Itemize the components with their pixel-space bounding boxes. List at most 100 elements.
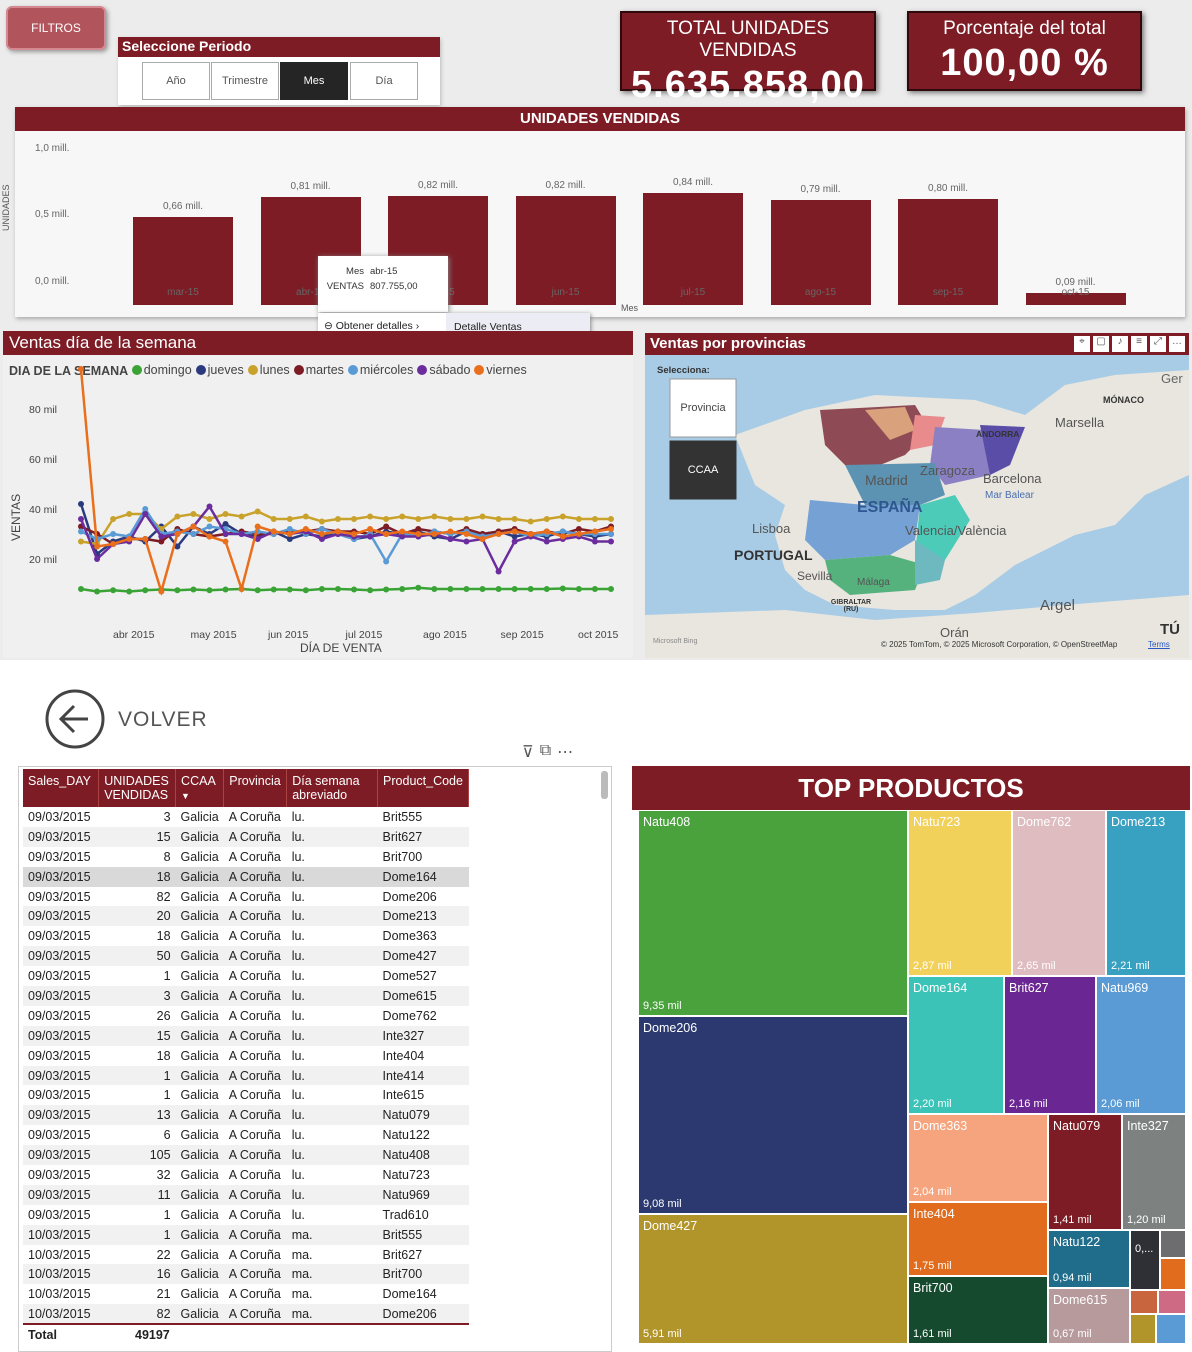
data-point-domingo[interactable]	[527, 586, 534, 592]
data-point-lunes[interactable]	[383, 516, 390, 522]
data-point-domingo[interactable]	[142, 587, 149, 594]
treemap-tile-Dome164[interactable]: Dome164 2,20 mil	[908, 976, 1004, 1114]
data-point-viernes[interactable]	[78, 366, 84, 372]
data-point-domingo[interactable]	[206, 587, 213, 594]
data-point-lunes[interactable]	[238, 513, 245, 520]
copy-icon[interactable]: ▢	[1093, 336, 1109, 352]
period-option-quarter[interactable]: Trimestre	[211, 62, 279, 100]
table-row[interactable]: 10/03/2015 1 Galicia A Coruña ma. Brit555	[23, 1224, 469, 1245]
data-point-domingo[interactable]	[383, 586, 390, 593]
data-point-lunes[interactable]	[367, 513, 374, 520]
table-row[interactable]: 09/03/2015 105 Galicia A Coruña lu. Natu408	[23, 1145, 469, 1166]
data-point-lunes[interactable]	[608, 516, 614, 522]
data-point-viernes[interactable]	[238, 586, 245, 592]
data-point-domingo[interactable]	[415, 584, 422, 591]
data-point-lunes[interactable]	[399, 513, 406, 520]
data-point-lunes[interactable]	[511, 516, 518, 522]
table-row[interactable]: 09/03/2015 50 Galicia A Coruña lu. Dome427	[23, 946, 469, 967]
data-point-domingo[interactable]	[351, 586, 358, 593]
data-point-lunes[interactable]	[351, 516, 358, 522]
data-point-viernes[interactable]	[415, 531, 422, 537]
treemap-tile-Dome363[interactable]: Dome363 2,04 mil	[908, 1114, 1048, 1202]
table-row[interactable]: 09/03/2015 1 Galicia A Coruña lu. Inte615	[23, 1085, 469, 1105]
data-point-domingo[interactable]	[270, 586, 277, 593]
table-row[interactable]: 09/03/2015 18 Galicia A Coruña lu. Inte404	[23, 1046, 469, 1066]
data-point-lunes[interactable]	[495, 516, 502, 522]
filter-icon[interactable]: ≡	[1131, 336, 1147, 352]
data-point-viernes[interactable]	[399, 528, 406, 535]
treemap-tile-Dome206[interactable]: Dome206 9,08 mil	[638, 1016, 908, 1214]
data-point-lunes[interactable]	[463, 516, 470, 522]
data-point-sábado[interactable]	[222, 531, 229, 537]
table-row[interactable]: 10/03/2015 21 Galicia A Coruña ma. Dome164	[23, 1284, 469, 1304]
data-point-viernes[interactable]	[126, 536, 133, 542]
focus-mode-icon[interactable]: ⤢	[1150, 336, 1166, 352]
data-point-lunes[interactable]	[286, 516, 293, 522]
data-point-lunes[interactable]	[126, 511, 133, 517]
treemap-tile-Dome213[interactable]: Dome213 2,21 mil	[1106, 810, 1186, 976]
table-row[interactable]: 09/03/2015 26 Galicia A Coruña lu. Dome762	[23, 1006, 469, 1026]
treemap-tile[interactable]: 0,...	[1130, 1230, 1160, 1290]
data-point-lunes[interactable]	[575, 516, 582, 522]
data-point-viernes[interactable]	[270, 528, 277, 535]
table-row[interactable]: 09/03/2015 1 Galicia A Coruña lu. Dome527	[23, 966, 469, 986]
data-point-domingo[interactable]	[334, 586, 341, 592]
data-point-domingo[interactable]	[511, 586, 518, 592]
data-point-domingo[interactable]	[495, 586, 502, 592]
data-point-sábado[interactable]	[511, 538, 518, 545]
data-point-lunes[interactable]	[527, 518, 534, 525]
data-point-viernes[interactable]	[559, 533, 566, 540]
data-point-domingo[interactable]	[174, 587, 181, 594]
data-point-sábado[interactable]	[142, 511, 149, 517]
data-point-lunes[interactable]	[543, 516, 550, 522]
back-arrow-icon[interactable]	[44, 688, 106, 750]
table-row[interactable]: 09/03/2015 15 Galicia A Coruña lu. Brit627	[23, 826, 469, 847]
data-point-sábado[interactable]	[94, 556, 101, 562]
data-point-viernes[interactable]	[302, 526, 309, 532]
table-row[interactable]: 09/03/2015 20 Galicia A Coruña lu. Dome213	[23, 906, 469, 927]
table-row[interactable]: 09/03/2015 3 Galicia A Coruña lu. Dome615	[23, 986, 469, 1006]
table-row[interactable]: 09/03/2015 82 Galicia A Coruña lu. Dome206	[23, 887, 469, 907]
data-point-lunes[interactable]	[254, 508, 261, 515]
data-point-viernes[interactable]	[110, 541, 117, 547]
data-point-domingo[interactable]	[479, 586, 486, 592]
data-point-domingo[interactable]	[367, 587, 374, 594]
treemap-tile-small[interactable]	[1130, 1290, 1158, 1314]
treemap-tile-small[interactable]	[1160, 1230, 1186, 1258]
treemap-tile-Dome427[interactable]: Dome427 5,91 mil	[638, 1214, 908, 1344]
back-button-label[interactable]: VOLVER	[118, 708, 208, 732]
data-point-viernes[interactable]	[479, 536, 486, 542]
data-point-lunes[interactable]	[78, 538, 84, 545]
data-point-sábado[interactable]	[206, 503, 213, 510]
data-point-sábado[interactable]	[495, 568, 502, 575]
data-point-viernes[interactable]	[158, 588, 165, 595]
treemap-tile-Natu079[interactable]: Natu079 1,41 mil	[1048, 1114, 1122, 1230]
data-point-domingo[interactable]	[286, 586, 293, 593]
data-point-viernes[interactable]	[527, 531, 534, 537]
data-point-domingo[interactable]	[190, 586, 197, 593]
more-options-icon[interactable]: …	[1169, 336, 1185, 352]
data-point-domingo[interactable]	[302, 587, 309, 594]
treemap-tile-Brit627[interactable]: Brit627 2,16 mil	[1004, 976, 1096, 1114]
data-point-viernes[interactable]	[254, 523, 261, 530]
data-point-viernes[interactable]	[575, 531, 582, 537]
map-terms-link[interactable]: Terms	[1148, 640, 1170, 649]
data-point-lunes[interactable]	[447, 516, 454, 522]
table-row[interactable]: 09/03/2015 15 Galicia A Coruña lu. Inte327	[23, 1025, 469, 1046]
table-row[interactable]: 09/03/2015 8 Galicia A Coruña lu. Brit700	[23, 847, 469, 867]
data-point-sábado[interactable]	[367, 533, 374, 540]
data-point-viernes[interactable]	[495, 531, 502, 537]
col-header-ccaa[interactable]: CCAA ▼	[175, 769, 225, 807]
data-point-domingo[interactable]	[431, 586, 438, 592]
data-point-viernes[interactable]	[511, 528, 518, 535]
period-option-month[interactable]: Mes	[280, 62, 348, 100]
data-point-domingo[interactable]	[94, 588, 101, 595]
data-point-viernes[interactable]	[431, 531, 438, 537]
treemap-tile-Natu122[interactable]: Natu122 0,94 mil	[1048, 1230, 1130, 1288]
table-row[interactable]: 09/03/2015 11 Galicia A Coruña lu. Natu969	[23, 1184, 469, 1205]
data-point-jueves[interactable]	[78, 501, 84, 507]
data-point-sábado[interactable]	[78, 516, 84, 522]
table-row[interactable]: 10/03/2015 82 Galicia A Coruña ma. Dome206	[23, 1304, 469, 1325]
table-row[interactable]: 10/03/2015 16 Galicia A Coruña ma. Brit700	[23, 1264, 469, 1285]
filters-button[interactable]: FILTROS	[6, 6, 106, 50]
